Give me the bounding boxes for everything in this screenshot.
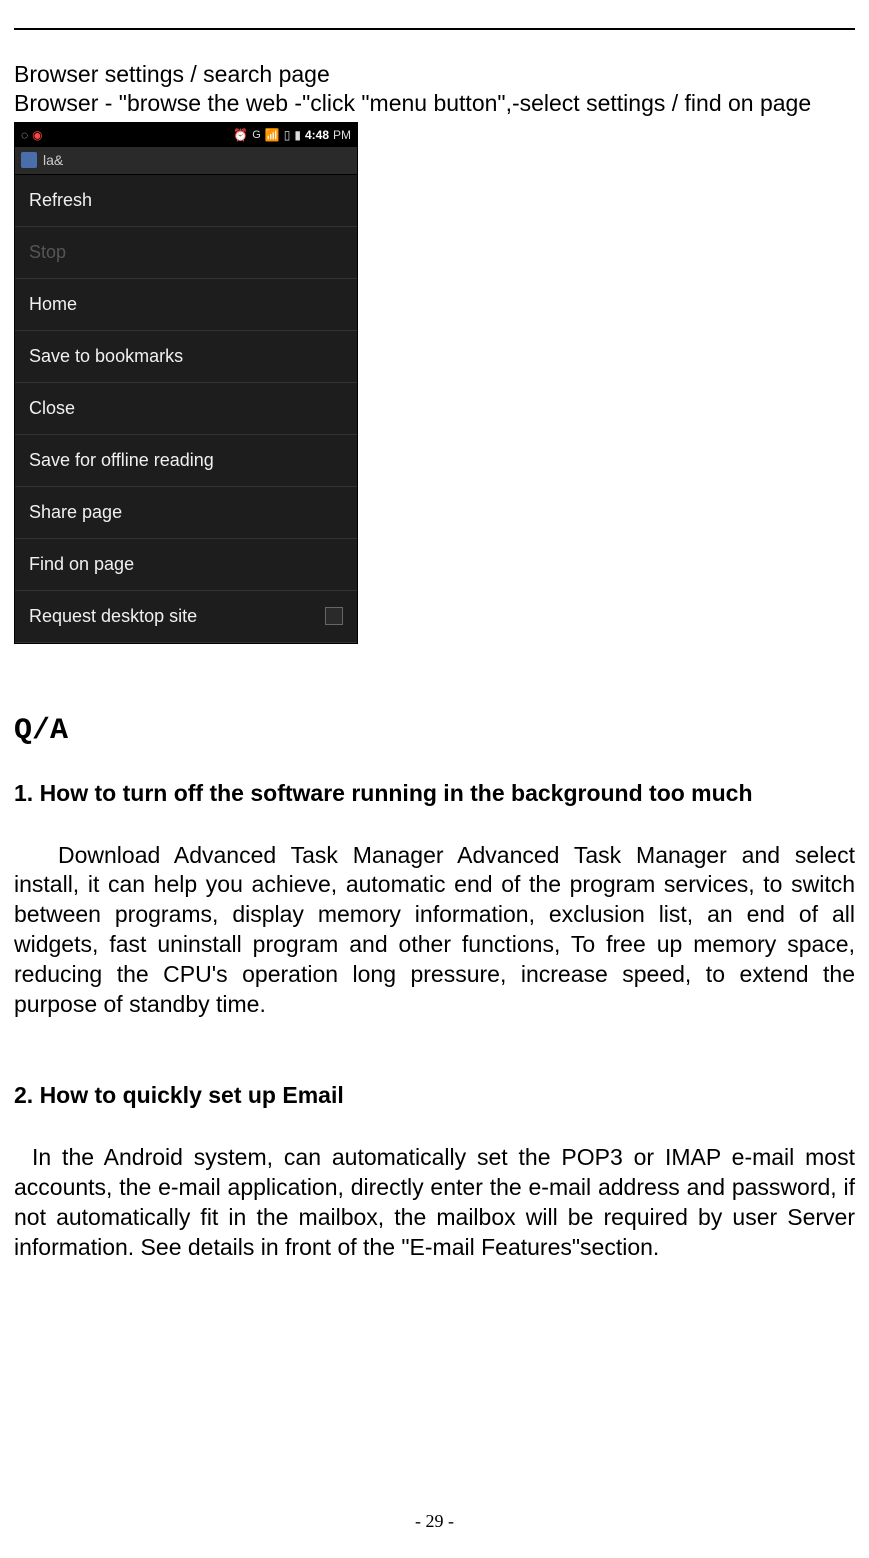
intro-text: Browser settings / search page Browser -… [14, 60, 855, 118]
menu-label: Close [29, 398, 75, 419]
alarm-icon: ⏰ [233, 128, 248, 142]
embedded-screenshot: ◌ ◉ ⏰ G 📶 ▯ ▮ 4:48 PM la& Refresh Stop [14, 122, 358, 644]
menu-item-refresh[interactable]: Refresh [15, 175, 357, 227]
network-g-label: G [252, 129, 261, 141]
chrome-icon: ◉ [32, 128, 42, 142]
site-icon [21, 152, 37, 168]
menu-item-request-desktop[interactable]: Request desktop site [15, 591, 357, 643]
sim-icon: ▯ [284, 128, 291, 142]
menu-item-close[interactable]: Close [15, 383, 357, 435]
intro-line-2: Browser - "browse the web -"click "menu … [14, 89, 855, 118]
browser-menu: Refresh Stop Home Save to bookmarks Clos… [15, 175, 357, 643]
menu-item-save-offline[interactable]: Save for offline reading [15, 435, 357, 487]
q1-body: Download Advanced Task Manager Advanced … [14, 841, 855, 1020]
menu-label: Save to bookmarks [29, 346, 183, 367]
spinner-icon: ◌ [21, 128, 28, 142]
signal-icon: 📶 [265, 128, 280, 142]
qa-heading: Q/A [14, 714, 855, 748]
top-rule [14, 28, 855, 30]
menu-label: Find on page [29, 554, 134, 575]
menu-label: Save for offline reading [29, 450, 214, 471]
menu-item-stop: Stop [15, 227, 357, 279]
menu-label: Stop [29, 242, 66, 263]
menu-label: Share page [29, 502, 122, 523]
status-bar: ◌ ◉ ⏰ G 📶 ▯ ▮ 4:48 PM [15, 123, 357, 147]
q2-body: In the Android system, can automatically… [14, 1143, 855, 1263]
menu-label: Refresh [29, 190, 92, 211]
menu-item-find-on-page[interactable]: Find on page [15, 539, 357, 591]
intro-line-1: Browser settings / search page [14, 60, 855, 89]
url-text: la& [43, 152, 351, 168]
browser-url-bar[interactable]: la& [15, 147, 357, 175]
menu-label: Request desktop site [29, 606, 197, 627]
menu-label: Home [29, 294, 77, 315]
menu-item-share-page[interactable]: Share page [15, 487, 357, 539]
q1-title: 1. How to turn off the software running … [14, 780, 855, 807]
menu-item-home[interactable]: Home [15, 279, 357, 331]
clock-time: 4:48 [305, 128, 329, 142]
status-left: ◌ ◉ [21, 128, 43, 142]
clock-ampm: PM [333, 128, 351, 142]
menu-item-save-bookmarks[interactable]: Save to bookmarks [15, 331, 357, 383]
page-number: - 29 - [0, 1511, 869, 1532]
status-right: ⏰ G 📶 ▯ ▮ 4:48 PM [233, 128, 351, 142]
q2-title: 2. How to quickly set up Email [14, 1082, 855, 1109]
desktop-site-checkbox[interactable] [325, 607, 343, 625]
battery-icon: ▮ [294, 128, 301, 142]
